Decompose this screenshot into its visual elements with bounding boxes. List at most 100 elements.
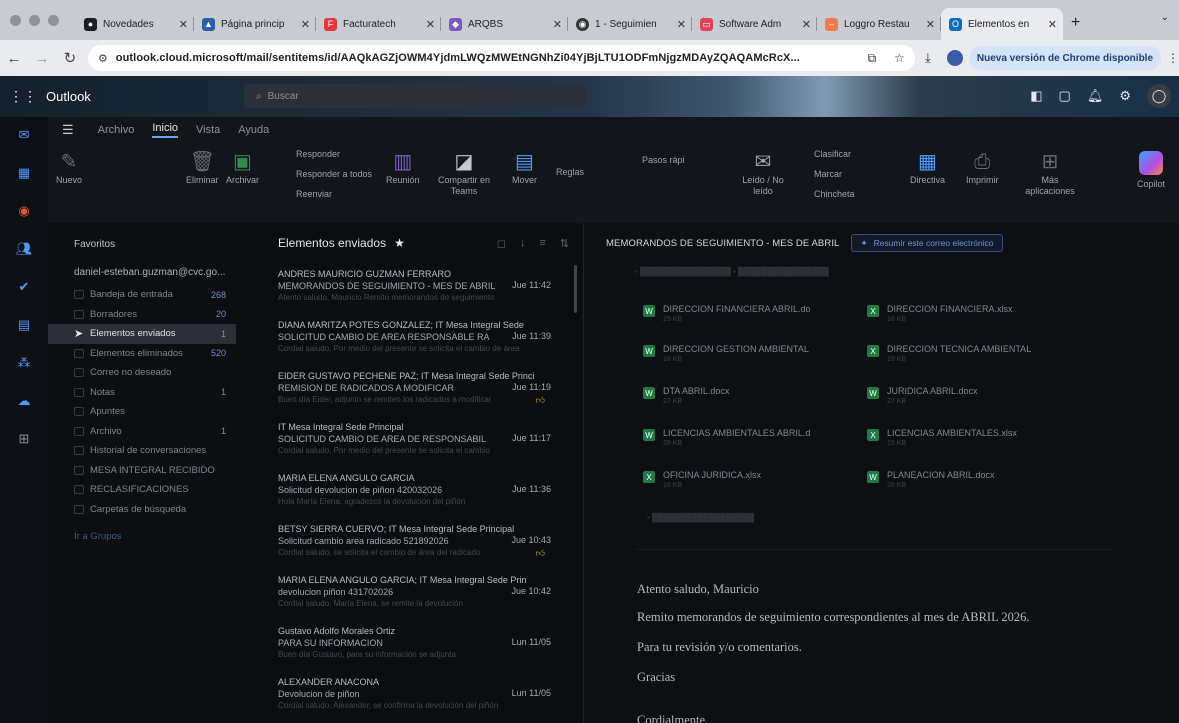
close-icon[interactable]: ✕ [553, 18, 562, 31]
tab-ayuda[interactable]: Ayuda [238, 124, 269, 136]
bell-icon[interactable]: 🔔︎ [1087, 88, 1104, 104]
window-controls[interactable] [10, 15, 59, 26]
rules-button[interactable]: Reglas [556, 161, 584, 183]
meeting-button[interactable]: ▥ Reunión [386, 149, 420, 186]
tab-seguimiento[interactable]: ◉ 1 - Seguimien ✕ [568, 8, 692, 40]
close-icon[interactable]: ✕ [301, 18, 310, 31]
folder-apuntes[interactable]: Apuntes [48, 402, 236, 422]
go-to-groups-link[interactable]: Ir a Grupos [48, 527, 236, 547]
install-app-icon[interactable]: ⧉ [868, 51, 887, 66]
attachment[interactable]: X DIRECCION TECNICA AMBIENTAL 19 KB [867, 343, 1031, 365]
print-button[interactable]: ⎙ Imprimir [966, 149, 999, 186]
calendar-icon[interactable]: ▦ [16, 165, 32, 181]
copilot-app-icon[interactable]: ◉ [16, 203, 32, 219]
attachment[interactable]: W LICENCIAS AMBIENTALES ABRIL.d 28 KB [643, 427, 810, 449]
jump-icon[interactable]: ↓ [520, 237, 526, 250]
share-teams-button[interactable]: ◪ Compartir en Teams [436, 149, 492, 197]
folder-history[interactable]: Historial de conversaciones [48, 441, 236, 461]
message-row[interactable]: BETSY SIERRA CUERVO; IT Mesa Integral Se… [236, 518, 583, 569]
close-icon[interactable]: ✕ [802, 18, 811, 31]
pin-button[interactable]: Chincheta [814, 183, 855, 205]
files-icon[interactable]: ▤ [16, 317, 32, 333]
people-icon[interactable]: 👥︎ [16, 241, 33, 257]
read-unread-button[interactable]: ✉ Leído / No leído [738, 149, 788, 197]
close-icon[interactable]: ✕ [1048, 18, 1057, 31]
message-row[interactable]: ANDRES MAURICIO GUZMAN FERRARO MEMORANDOS… [236, 263, 583, 314]
policy-button[interactable]: ▦ Directiva [910, 149, 945, 186]
message-row[interactable]: MARIA ELENA ANGULO GARCIA Solicitud devol… [236, 467, 583, 518]
reload-icon[interactable]: ↻ [56, 49, 84, 67]
app-launcher-icon[interactable]: ⋮⋮ [0, 88, 46, 105]
copilot-button[interactable]: Copilot [1137, 151, 1165, 189]
attachment[interactable]: X LICENCIAS AMBIENTALES.xlsx 15 KB [867, 427, 1017, 449]
tab-arqbs[interactable]: ◆ ARQBS ✕ [441, 8, 568, 40]
attachment[interactable]: W JURIDICA ABRIL.docx 27 KB [867, 385, 978, 407]
select-icon[interactable]: ◻ [497, 237, 506, 250]
message-row[interactable]: ALEXANDER ANACONA Devolucion de piñon Cord… [236, 671, 583, 722]
mail-icon[interactable]: ✉ [16, 127, 32, 143]
download-icon[interactable]: ⤓ [915, 50, 941, 66]
folder-notes[interactable]: Notas 1 [48, 383, 236, 403]
chrome-update-button[interactable]: Nueva versión de Chrome disponible [968, 46, 1162, 70]
summarize-button[interactable]: ✦ Resumir este correo electrónico [851, 234, 1003, 252]
attachment[interactable]: X OFICINA JURIDICA.xlsx 16 KB [643, 469, 761, 491]
tab-archivo[interactable]: Archivo [98, 124, 135, 136]
close-icon[interactable]: ✕ [179, 18, 188, 31]
tab-loggro[interactable]: – Loggro Restau ✕ [817, 8, 941, 40]
tab-search-chevron-icon[interactable]: ⌄ [1161, 12, 1169, 23]
archive-button[interactable]: ▣ Archivar [226, 149, 259, 186]
reply-all-button[interactable]: Responder a todos [296, 163, 372, 185]
profile-avatar[interactable] [946, 50, 963, 66]
message-row[interactable]: Gustavo Adolfo Morales Ortiz PARA SU INFO… [236, 620, 583, 671]
move-button[interactable]: ▤ Mover [512, 149, 537, 186]
filter-icon[interactable]: ≡ [539, 237, 545, 250]
tab-inicio[interactable]: Inicio [152, 122, 179, 138]
folder-inbox[interactable]: Bandeja de entrada 268 [48, 285, 236, 305]
flag-button[interactable]: Marcar [814, 163, 842, 185]
attachment[interactable]: W DIRECCION GESTION AMBIENTAL 18 KB [643, 343, 809, 365]
close-icon[interactable]: ✕ [677, 18, 686, 31]
back-arrow-icon[interactable]: ← [0, 50, 28, 67]
hamburger-menu-icon[interactable]: ☰ [62, 122, 74, 138]
more-apps-icon[interactable]: ⊞ [16, 431, 32, 447]
favorite-star-icon[interactable]: ★ [394, 236, 405, 250]
message-row[interactable]: EIDER GUSTAVO PECHENE PAZ; IT Mesa Integ… [236, 365, 583, 416]
delete-button[interactable]: 🗑︎ Eliminar [186, 149, 219, 186]
folder-reclasificaciones[interactable]: RECLASIFICACIONES [48, 480, 236, 500]
todo-icon[interactable]: ✔ [16, 279, 32, 295]
tab-software-adm[interactable]: ▭ Software Adm ✕ [692, 8, 817, 40]
attachment[interactable]: W DTA ABRIL.docx 27 KB [643, 385, 729, 407]
folder-junk[interactable]: Correo no deseado [48, 363, 236, 383]
gear-icon[interactable]: ⚙ [1119, 88, 1131, 104]
folder-search-folders[interactable]: Carpetas de búsqueda [48, 500, 236, 520]
quick-steps-button[interactable]: Pasos rápi [642, 149, 685, 171]
bookmark-star-icon[interactable]: ☆ [894, 51, 915, 65]
site-settings-icon[interactable]: ⚙ [98, 52, 108, 65]
folder-archive[interactable]: Archivo 1 [48, 422, 236, 442]
new-mail-button[interactable]: ✎ Nuevo [56, 149, 82, 186]
feedback-icon[interactable]: ▢ [1059, 88, 1071, 104]
forward-button[interactable]: Reenviar [296, 183, 332, 205]
close-icon[interactable]: ✕ [426, 18, 435, 31]
tab-elementos-enviados[interactable]: O Elementos en ✕ [941, 8, 1063, 40]
address-bar[interactable]: ⚙ outlook.cloud.microsoft/mail/sentitems… [87, 45, 915, 71]
close-icon[interactable]: ✕ [926, 18, 935, 31]
attachment[interactable]: W PLANEACION ABRIL.docx 28 KB [867, 469, 995, 491]
message-row[interactable]: IT Mesa Integral Sede Principal SOLICITUD… [236, 416, 583, 467]
outlook-brand[interactable]: Outlook [46, 89, 166, 104]
new-tab-button[interactable]: + [1063, 14, 1090, 40]
favorites-header[interactable]: Favoritos [48, 239, 236, 259]
attachment[interactable]: X DIRECCION FINANCIERA.xlsx 16 KB [867, 303, 1013, 325]
reply-button[interactable]: Responder [296, 143, 340, 165]
sort-icon[interactable]: ⇅ [560, 237, 569, 250]
account-avatar[interactable]: ◯ [1147, 84, 1171, 108]
attachment[interactable]: W DIRECCION FINANCIERA ABRIL.do 29 KB [643, 303, 811, 325]
folder-drafts[interactable]: Borradores 20 [48, 305, 236, 325]
tab-novedades[interactable]: ● Novedades ✕ [76, 8, 194, 40]
tab-vista[interactable]: Vista [196, 124, 220, 136]
account-label[interactable]: daniel-esteban.guzman@cvc.go... [48, 267, 236, 285]
message-row[interactable]: MARIA ELENA ANGULO GARCIA; IT Mesa Integ… [236, 569, 583, 620]
org-icon[interactable]: ⁂ [16, 355, 32, 371]
search-box[interactable]: ⌕ Buscar [244, 84, 586, 108]
more-apps-button[interactable]: ⊞ Más aplicaciones [1022, 149, 1078, 197]
